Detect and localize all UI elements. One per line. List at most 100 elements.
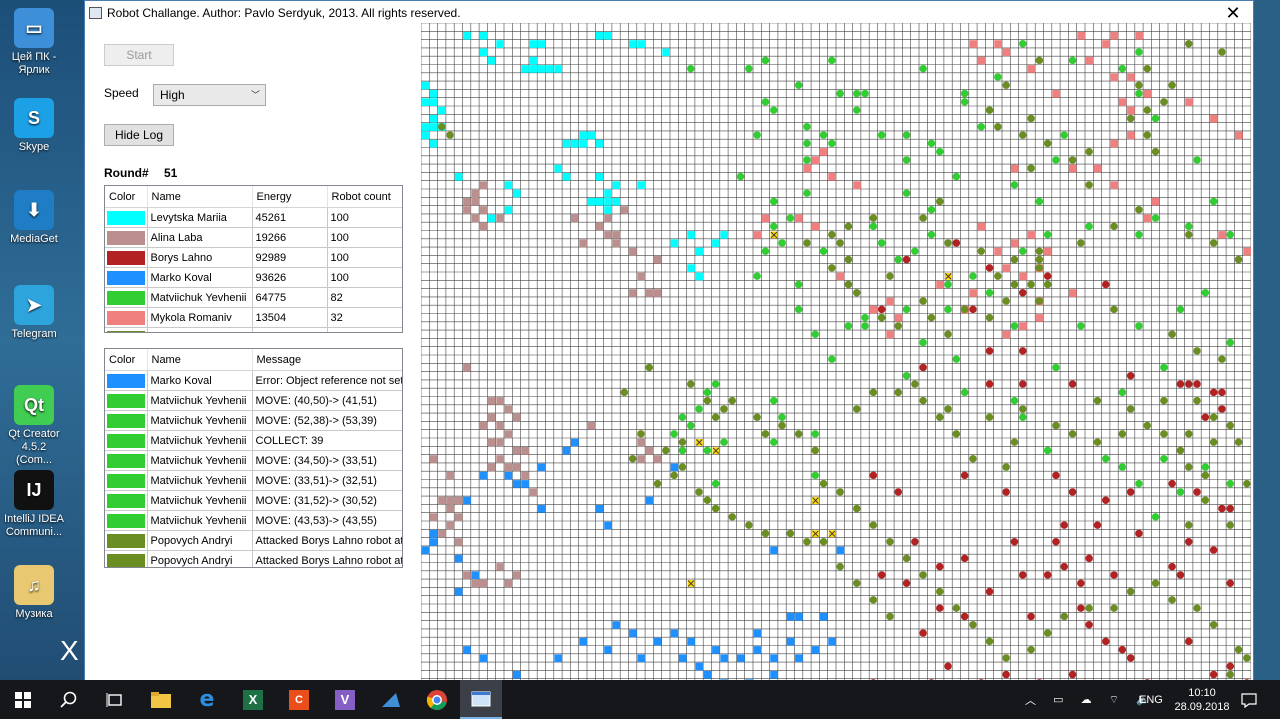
robot-rosy [595,222,604,231]
battery-icon[interactable]: ▭ [1053,693,1063,706]
taskbar-edge[interactable]: e [184,680,230,719]
col-header-color[interactable]: Color [105,186,148,208]
robot-pink [761,214,770,223]
close-icon[interactable]: X [60,635,79,667]
robot-olive [446,131,454,139]
robot-rosy [612,239,621,248]
robot-rosy [629,289,637,297]
robot-rosy [446,521,455,530]
robot-rosy [529,488,538,497]
desktop-icon[interactable]: ➤ Telegram [4,285,64,341]
robot-pink [1044,247,1052,256]
language-indicator[interactable]: ENG [1139,680,1163,719]
wifi-icon[interactable]: ⌔ [1109,693,1119,707]
log-row[interactable]: Popovych Andryi Attacked Borys Lahno robo… [105,530,402,551]
robot-pink [1218,231,1227,239]
desktop-icon[interactable]: Qt Qt Creator 4.5.2 (Com... [4,385,64,467]
robot-green [1193,156,1201,164]
desktop-icon[interactable]: IJ IntelliJ IDEA Communi... [4,470,64,539]
search-button[interactable] [46,680,92,719]
robot-blue [795,612,803,621]
robot-row[interactable]: Mykola Romaniv 13504 32 [105,307,402,328]
speed-select[interactable]: High ﹀ [153,84,266,106]
robot-olive [1193,604,1201,612]
robot-pink [994,247,1002,256]
hide-log-button[interactable]: Hide Log [104,124,174,146]
robot-green [761,98,770,106]
battle-arena[interactable] [420,22,1252,688]
log-row[interactable]: Matviichuk Yevhenii MOVE: (40,50)-> (41,5… [105,390,402,411]
col-header-message[interactable]: Message [252,349,402,371]
robot-green [1185,222,1193,231]
clock[interactable]: 10:10 28.09.2018 [1172,680,1232,719]
start-button[interactable]: Start [104,44,174,66]
robot-green [977,123,985,131]
robot-olive [653,479,662,488]
robots-table[interactable]: Color Name Energy Robot count Levytska M… [104,185,403,333]
robot-red [1126,488,1135,496]
robot-green [828,56,836,65]
taskbar-robot-challenge[interactable] [460,680,502,719]
log-row[interactable]: Popovych Andryi Attacked Borys Lahno robo… [105,550,402,567]
log-table[interactable]: Color Name Message Marko Koval Error: Obj… [104,348,403,568]
chevron-up-icon[interactable]: ︿ [1025,692,1036,708]
log-row[interactable]: Marko Koval Error: Object reference not s… [105,370,402,391]
col-header-robot-count[interactable]: Robot count [327,186,402,208]
desktop-icon[interactable]: ▭ Цей ПК - Ярлик [4,8,64,77]
robot-pink [969,40,978,48]
col-header-name[interactable]: Name [147,186,253,208]
robot-green [1135,89,1143,98]
taskbar-app[interactable] [368,680,414,719]
notifications-button[interactable] [1238,680,1260,719]
robot-row[interactable]: Alina Laba 19266 100 [105,227,402,248]
robot-row[interactable]: Popovych Andryi35587100 [105,327,402,332]
title-bar[interactable]: Robot Challange. Author: Pavlo Serdyuk, … [85,1,1253,25]
taskbar: e X C V ︿ ▭ ☁ ⌔ 🔈 ENG 10:10 28.09.2018 [0,680,1280,719]
taskbar-explorer[interactable] [138,680,184,719]
robot-cyan [529,65,538,73]
desktop-icon[interactable]: ♫ Музика [4,565,64,621]
col-header-color[interactable]: Color [105,349,148,371]
col-header-energy[interactable]: Energy [252,186,328,208]
log-row[interactable]: Matviichuk Yevhenii MOVE: (43,53)-> (43,5… [105,510,402,531]
start-menu-button[interactable] [0,680,46,719]
robot-olive [1043,280,1052,289]
log-row[interactable]: Matviichuk Yevhenii MOVE: (52,38)-> (53,3… [105,410,402,431]
robot-green [803,139,811,148]
col-header-name[interactable]: Name [147,349,253,371]
robot-row[interactable]: Marko Koval 93626 100 [105,267,402,288]
task-view-button[interactable] [92,680,138,719]
cell-name: Matviichuk Yevhenii [147,450,253,471]
robot-pink [795,214,803,223]
robot-blue [512,671,521,679]
log-row[interactable]: Matviichuk Yevhenii MOVE: (34,50)-> (33,5… [105,450,402,471]
cloud-icon[interactable]: ☁ [1081,693,1092,706]
taskbar-visual-studio[interactable]: V [322,680,368,719]
log-row[interactable]: Matviichuk Yevhenii MOVE: (33,51)-> (32,5… [105,470,402,491]
robot-green [1043,230,1052,239]
close-icon[interactable]: ✕ [1221,3,1245,23]
desktop-icon[interactable]: ⬇ MediaGet [4,190,64,246]
desktop-icon-label: Музика [15,608,53,620]
robot-pink [1002,330,1011,339]
robot-green [836,89,844,98]
notification-icon [1241,692,1257,708]
taskbar-chrome[interactable] [414,680,460,719]
robot-row[interactable]: Matviichuk Yevhenii 64775 82 [105,287,402,308]
taskbar-clion[interactable]: C [276,680,322,719]
log-row[interactable]: Matviichuk Yevhenii MOVE: (31,52)-> (30,5… [105,490,402,511]
robot-row[interactable]: Levytska Mariia 45261 100 [105,207,402,228]
robot-olive [745,521,753,529]
robot-green [670,430,678,438]
log-row[interactable]: Matviichuk Yevhenii COLLECT: 39 [105,430,402,451]
robot-olive [936,197,944,206]
robot-row[interactable]: Borys Lahno 92989 100 [105,247,402,268]
taskbar-excel[interactable]: X [230,680,276,719]
robot-olive [960,305,969,314]
robot-green [745,64,753,73]
color-swatch-cell [105,490,148,511]
robot-blue [828,637,836,646]
robot-rosy [604,231,612,239]
robot-olive [1168,330,1176,338]
desktop-icon[interactable]: S Skype [4,98,64,154]
